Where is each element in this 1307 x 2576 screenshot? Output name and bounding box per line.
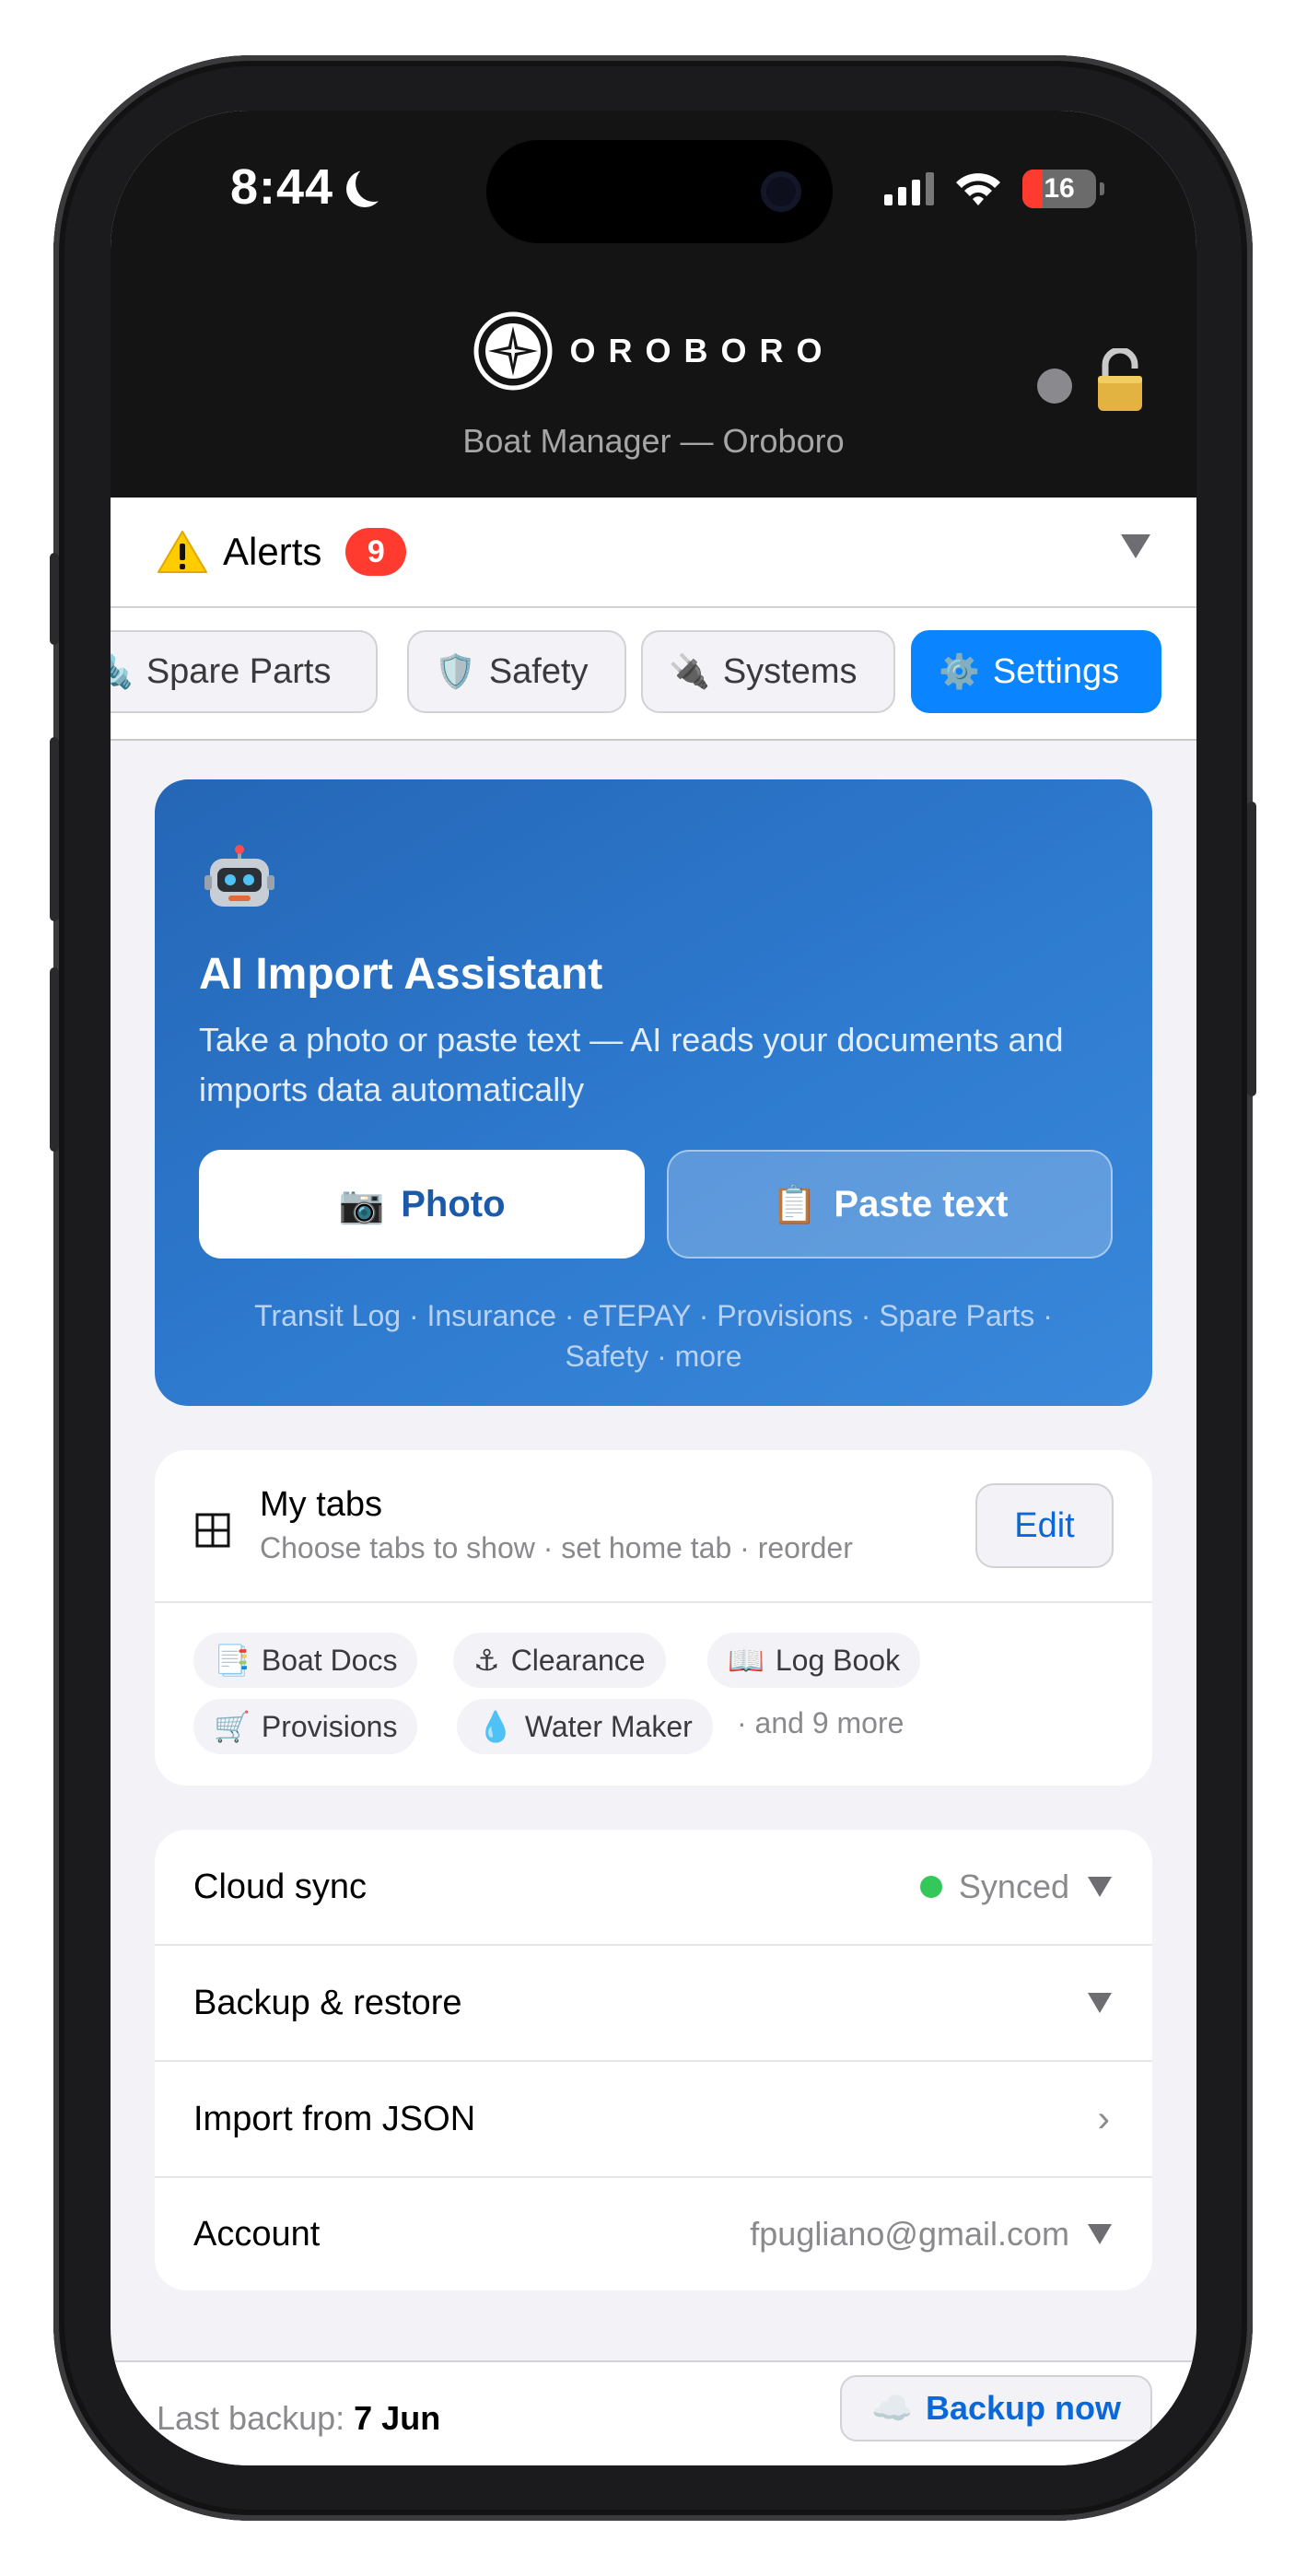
chip-label: Log Book	[775, 1643, 901, 1677]
my-tabs-title: My tabs	[260, 1485, 383, 1524]
camera-icon	[761, 171, 801, 212]
import-json-label: Import from JSON	[193, 2099, 476, 2138]
chip-label: Clearance	[510, 1643, 646, 1677]
my-tabs-subtitle: Choose tabs to show · set home tab · reo…	[260, 1531, 853, 1564]
tab-chip-log-book: 📖 Log Book	[707, 1633, 921, 1688]
ai-import-card: AI Import Assistant Take a photo or past…	[155, 779, 1152, 1406]
more-tabs-count: · and 9 more	[737, 1706, 904, 1739]
tab-label: Settings	[992, 651, 1120, 691]
alerts-count-badge: 9	[345, 528, 407, 576]
action-button	[50, 553, 59, 645]
chevron-down-icon	[1088, 1993, 1112, 2013]
cellular-signal-icon	[884, 172, 934, 205]
paste-text-button-label: Paste text	[834, 1183, 1009, 1224]
ai-import-title: AI Import Assistant	[199, 950, 603, 999]
battery-level: 16	[1044, 173, 1075, 204]
chevron-down-icon[interactable]	[1121, 534, 1150, 558]
cloud-sync-label: Cloud sync	[193, 1867, 367, 1906]
plug-icon: 🔌	[669, 652, 710, 690]
connection-status-dot[interactable]	[1037, 369, 1072, 404]
tab-systems[interactable]: 🔌 Systems	[641, 630, 895, 713]
sync-status: Synced	[919, 1868, 1069, 1906]
settings-list: Cloud sync Synced Backup & restore Impor…	[155, 1830, 1152, 2290]
last-backup-date: 7 Jun	[354, 2399, 441, 2437]
volume-up-button	[50, 737, 59, 921]
chip-label: Boat Docs	[261, 1643, 398, 1677]
chip-label: Water Maker	[524, 1709, 693, 1743]
account-email: fpugliano@gmail.com	[750, 2215, 1069, 2253]
chevron-right-icon: ›	[1097, 2098, 1110, 2139]
alerts-label: Alerts	[223, 530, 322, 573]
cloud-sync-row[interactable]: Cloud sync Synced	[155, 1830, 1152, 1944]
brand: OROBORO	[111, 310, 1196, 392]
cloud-icon: ☁️	[871, 2389, 913, 2427]
tab-settings[interactable]: ⚙️ Settings	[911, 630, 1161, 713]
anchor-icon: ⚓	[473, 1644, 500, 1677]
backup-restore-label: Backup & restore	[193, 1983, 462, 2022]
chevron-down-icon	[1088, 2224, 1112, 2244]
tab-label: Safety	[488, 651, 589, 691]
status-icons: 16	[884, 170, 1104, 208]
gear-icon: ⚙️	[939, 652, 980, 690]
clipboard-icon: 📋	[771, 1184, 818, 1225]
battery-icon: 16	[1022, 170, 1096, 208]
last-backup-label: Last backup:	[157, 2399, 345, 2437]
chevron-down-icon	[1088, 1877, 1112, 1897]
brand-name: OROBORO	[569, 332, 835, 369]
wifi-icon	[956, 173, 1000, 205]
account-row[interactable]: Account fpugliano@gmail.com	[155, 2178, 1152, 2290]
volume-down-button	[50, 967, 59, 1152]
synced-indicator-dot	[919, 1876, 942, 1898]
compass-logo-icon	[473, 311, 553, 391]
clock: 8:44	[230, 159, 334, 215]
import-json-row[interactable]: Import from JSON ›	[155, 2062, 1152, 2176]
robot-icon	[204, 845, 274, 907]
edit-tabs-button[interactable]: Edit	[975, 1483, 1114, 1568]
alerts-bar[interactable]: Alerts 9	[111, 498, 1196, 608]
shield-icon: 🛡️	[435, 652, 476, 690]
photo-button-label: Photo	[401, 1183, 506, 1224]
backup-now-label: Backup now	[925, 2389, 1121, 2427]
app-header: 8:44 16 OROBORO Boat Manager — Oroboro	[111, 111, 1196, 498]
warning-icon	[158, 531, 207, 573]
supported-documents: Transit Log · Insurance · eTEPAY · Provi…	[254, 1299, 1053, 1373]
tab-chip-water-maker: 💧 Water Maker	[457, 1699, 713, 1754]
unlocked-padlock-icon[interactable]	[1094, 348, 1146, 413]
camera-icon: 📷	[338, 1184, 385, 1225]
photo-button[interactable]: 📷 Photo	[199, 1150, 645, 1259]
sync-status-text: Synced	[958, 1868, 1069, 1905]
screen: 8:44 16 OROBORO Boat Manager — Oroboro A…	[111, 111, 1196, 2465]
tab-label: Spare Parts	[146, 651, 332, 691]
tab-bar: 🔩 Spare Parts 🛡️ Safety 🔌 Systems ⚙️ Set…	[111, 608, 1196, 741]
tab-chip-clearance: ⚓ Clearance	[453, 1633, 666, 1688]
tab-safety[interactable]: 🛡️ Safety	[407, 630, 626, 713]
tab-chip-provisions: 🛒 Provisions	[193, 1699, 418, 1754]
tab-spare-parts[interactable]: 🔩 Spare Parts	[111, 630, 378, 713]
battery-tip	[1100, 182, 1104, 195]
paste-text-button[interactable]: 📋 Paste text	[667, 1150, 1113, 1259]
power-button	[1247, 802, 1256, 1096]
grid-icon	[195, 1513, 230, 1548]
document-icon: 📑	[214, 1644, 251, 1677]
backup-footer: Last backup: 7 Jun ☁️ Backup now	[111, 2360, 1196, 2465]
tab-chip-boat-docs: 📑 Boat Docs	[193, 1633, 418, 1688]
dynamic-island	[486, 140, 833, 243]
backup-restore-row[interactable]: Backup & restore	[155, 1946, 1152, 2060]
divider	[155, 1601, 1152, 1603]
moon-icon	[356, 165, 392, 202]
bolt-icon: 🔩	[111, 652, 134, 691]
chip-label: Provisions	[261, 1709, 398, 1743]
status-time: 8:44	[230, 158, 379, 216]
my-tabs-card: My tabs Choose tabs to show · set home t…	[155, 1450, 1152, 1786]
account-label: Account	[193, 2214, 321, 2254]
book-icon: 📖	[728, 1644, 764, 1677]
backup-now-button[interactable]: ☁️ Backup now	[840, 2375, 1152, 2441]
ai-import-description: Take a photo or paste text — AI reads yo…	[199, 1021, 1064, 1108]
tab-label: Systems	[722, 651, 858, 691]
last-backup-info: Last backup: 7 Jun	[157, 2399, 440, 2438]
shopping-cart-icon: 🛒	[214, 1710, 251, 1743]
app-subtitle: Boat Manager — Oroboro	[462, 422, 845, 460]
water-drop-icon: 💧	[477, 1710, 514, 1743]
